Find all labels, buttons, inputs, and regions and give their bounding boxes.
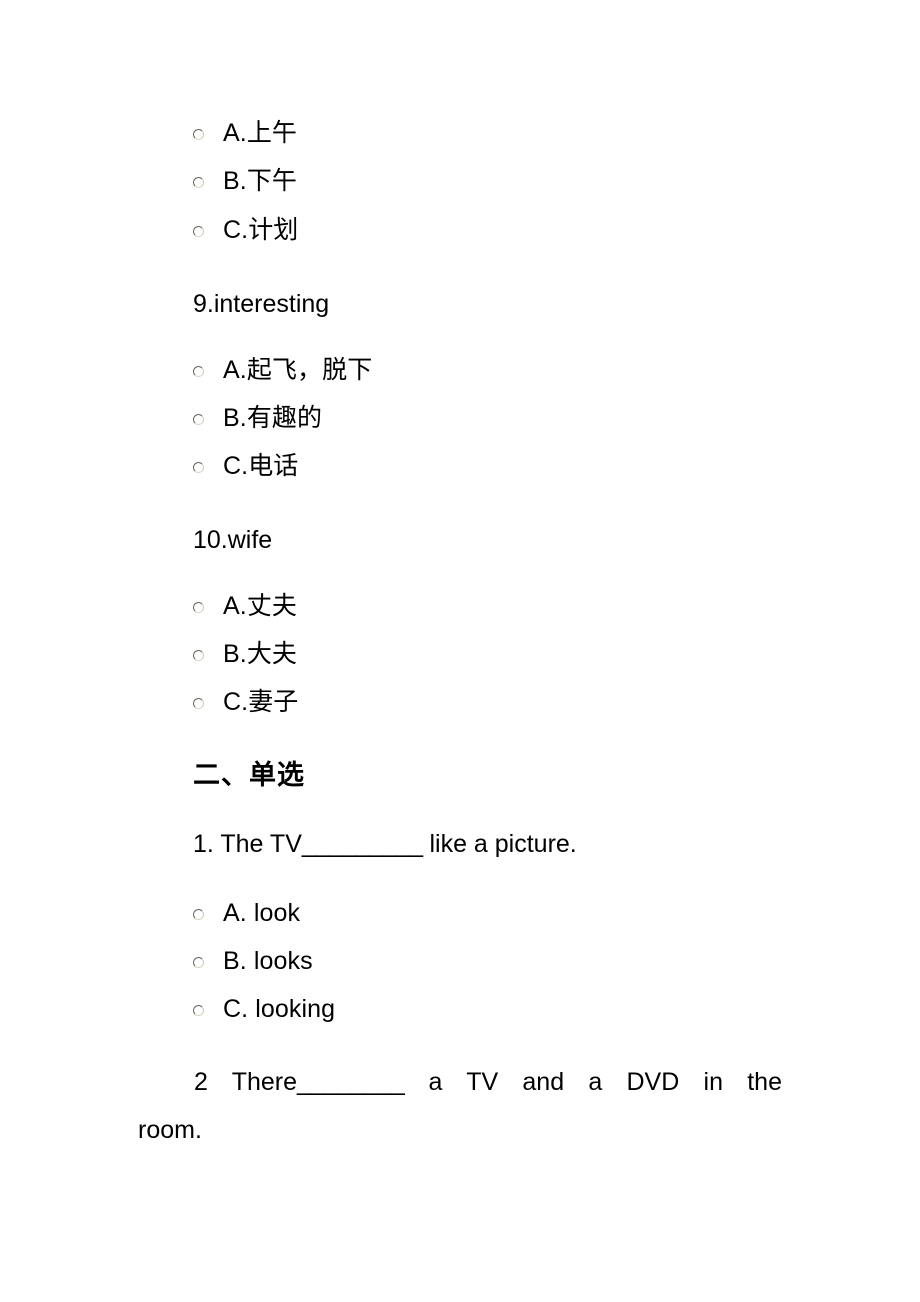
- question-stem-suffix: like a picture.: [422, 830, 577, 858]
- question-line-1: 2 There________ a TV and a DVD in the: [138, 1058, 782, 1106]
- radio-button-icon[interactable]: [193, 128, 204, 140]
- question-line-1-suffix: a TV and a DVD in the: [404, 1068, 782, 1096]
- option-row[interactable]: C.电话: [193, 451, 298, 481]
- option-label: B. looks: [223, 947, 313, 975]
- question-stem: 1. The TV_________ like a picture.: [193, 827, 577, 861]
- radio-button-icon[interactable]: [193, 1004, 204, 1016]
- question-stem-prefix: 1. The TV: [193, 830, 302, 858]
- radio-button-icon[interactable]: [193, 956, 204, 968]
- option-row[interactable]: A.起飞，脱下: [193, 355, 372, 385]
- option-row[interactable]: A.丈夫: [193, 591, 297, 621]
- radio-button-icon[interactable]: [193, 176, 204, 188]
- question-number-and-prefix: 2 There: [194, 1068, 298, 1096]
- radio-button-icon[interactable]: [193, 413, 204, 425]
- option-label: B.大夫: [223, 640, 298, 668]
- question-line-2: room.: [138, 1116, 202, 1144]
- option-row[interactable]: C.计划: [193, 215, 298, 245]
- question-paragraph: 2 There________ a TV and a DVD in the ro…: [138, 1058, 782, 1154]
- option-row[interactable]: B.大夫: [193, 639, 297, 669]
- question-stem: 9.interesting: [193, 290, 330, 318]
- option-row[interactable]: B. looks: [193, 946, 313, 976]
- radio-button-icon[interactable]: [193, 225, 204, 237]
- section-heading: 二、单选: [193, 760, 305, 790]
- option-row[interactable]: C. looking: [193, 994, 335, 1024]
- option-label: A.上午: [223, 119, 298, 147]
- radio-button-icon[interactable]: [193, 365, 204, 377]
- document-page: A.上午 B.下午 C.计划 9.interesting A.起飞，脱下 B.有…: [0, 0, 920, 1302]
- option-row[interactable]: C.妻子: [193, 687, 298, 717]
- option-row[interactable]: A. look: [193, 898, 300, 928]
- radio-button-icon[interactable]: [193, 601, 204, 613]
- answer-blank[interactable]: _________: [302, 830, 423, 858]
- radio-button-icon[interactable]: [193, 461, 204, 473]
- option-row[interactable]: B.有趣的: [193, 403, 322, 433]
- option-label: B.有趣的: [223, 404, 323, 432]
- answer-blank[interactable]: ________: [297, 1068, 405, 1096]
- option-row[interactable]: A.上午: [193, 118, 297, 148]
- question-stem: 10.wife: [193, 526, 273, 554]
- radio-button-icon[interactable]: [193, 649, 204, 661]
- option-label: A.起飞，脱下: [223, 356, 373, 384]
- option-row[interactable]: B.下午: [193, 166, 297, 196]
- option-label: A.丈夫: [223, 592, 298, 620]
- option-label: B.下午: [223, 167, 298, 195]
- option-label: A. look: [223, 899, 301, 927]
- option-label: C. looking: [223, 995, 336, 1023]
- option-label: C.妻子: [223, 688, 299, 716]
- radio-button-icon[interactable]: [193, 908, 204, 920]
- option-label: C.计划: [223, 216, 299, 244]
- radio-button-icon[interactable]: [193, 697, 204, 709]
- option-label: C.电话: [223, 452, 299, 480]
